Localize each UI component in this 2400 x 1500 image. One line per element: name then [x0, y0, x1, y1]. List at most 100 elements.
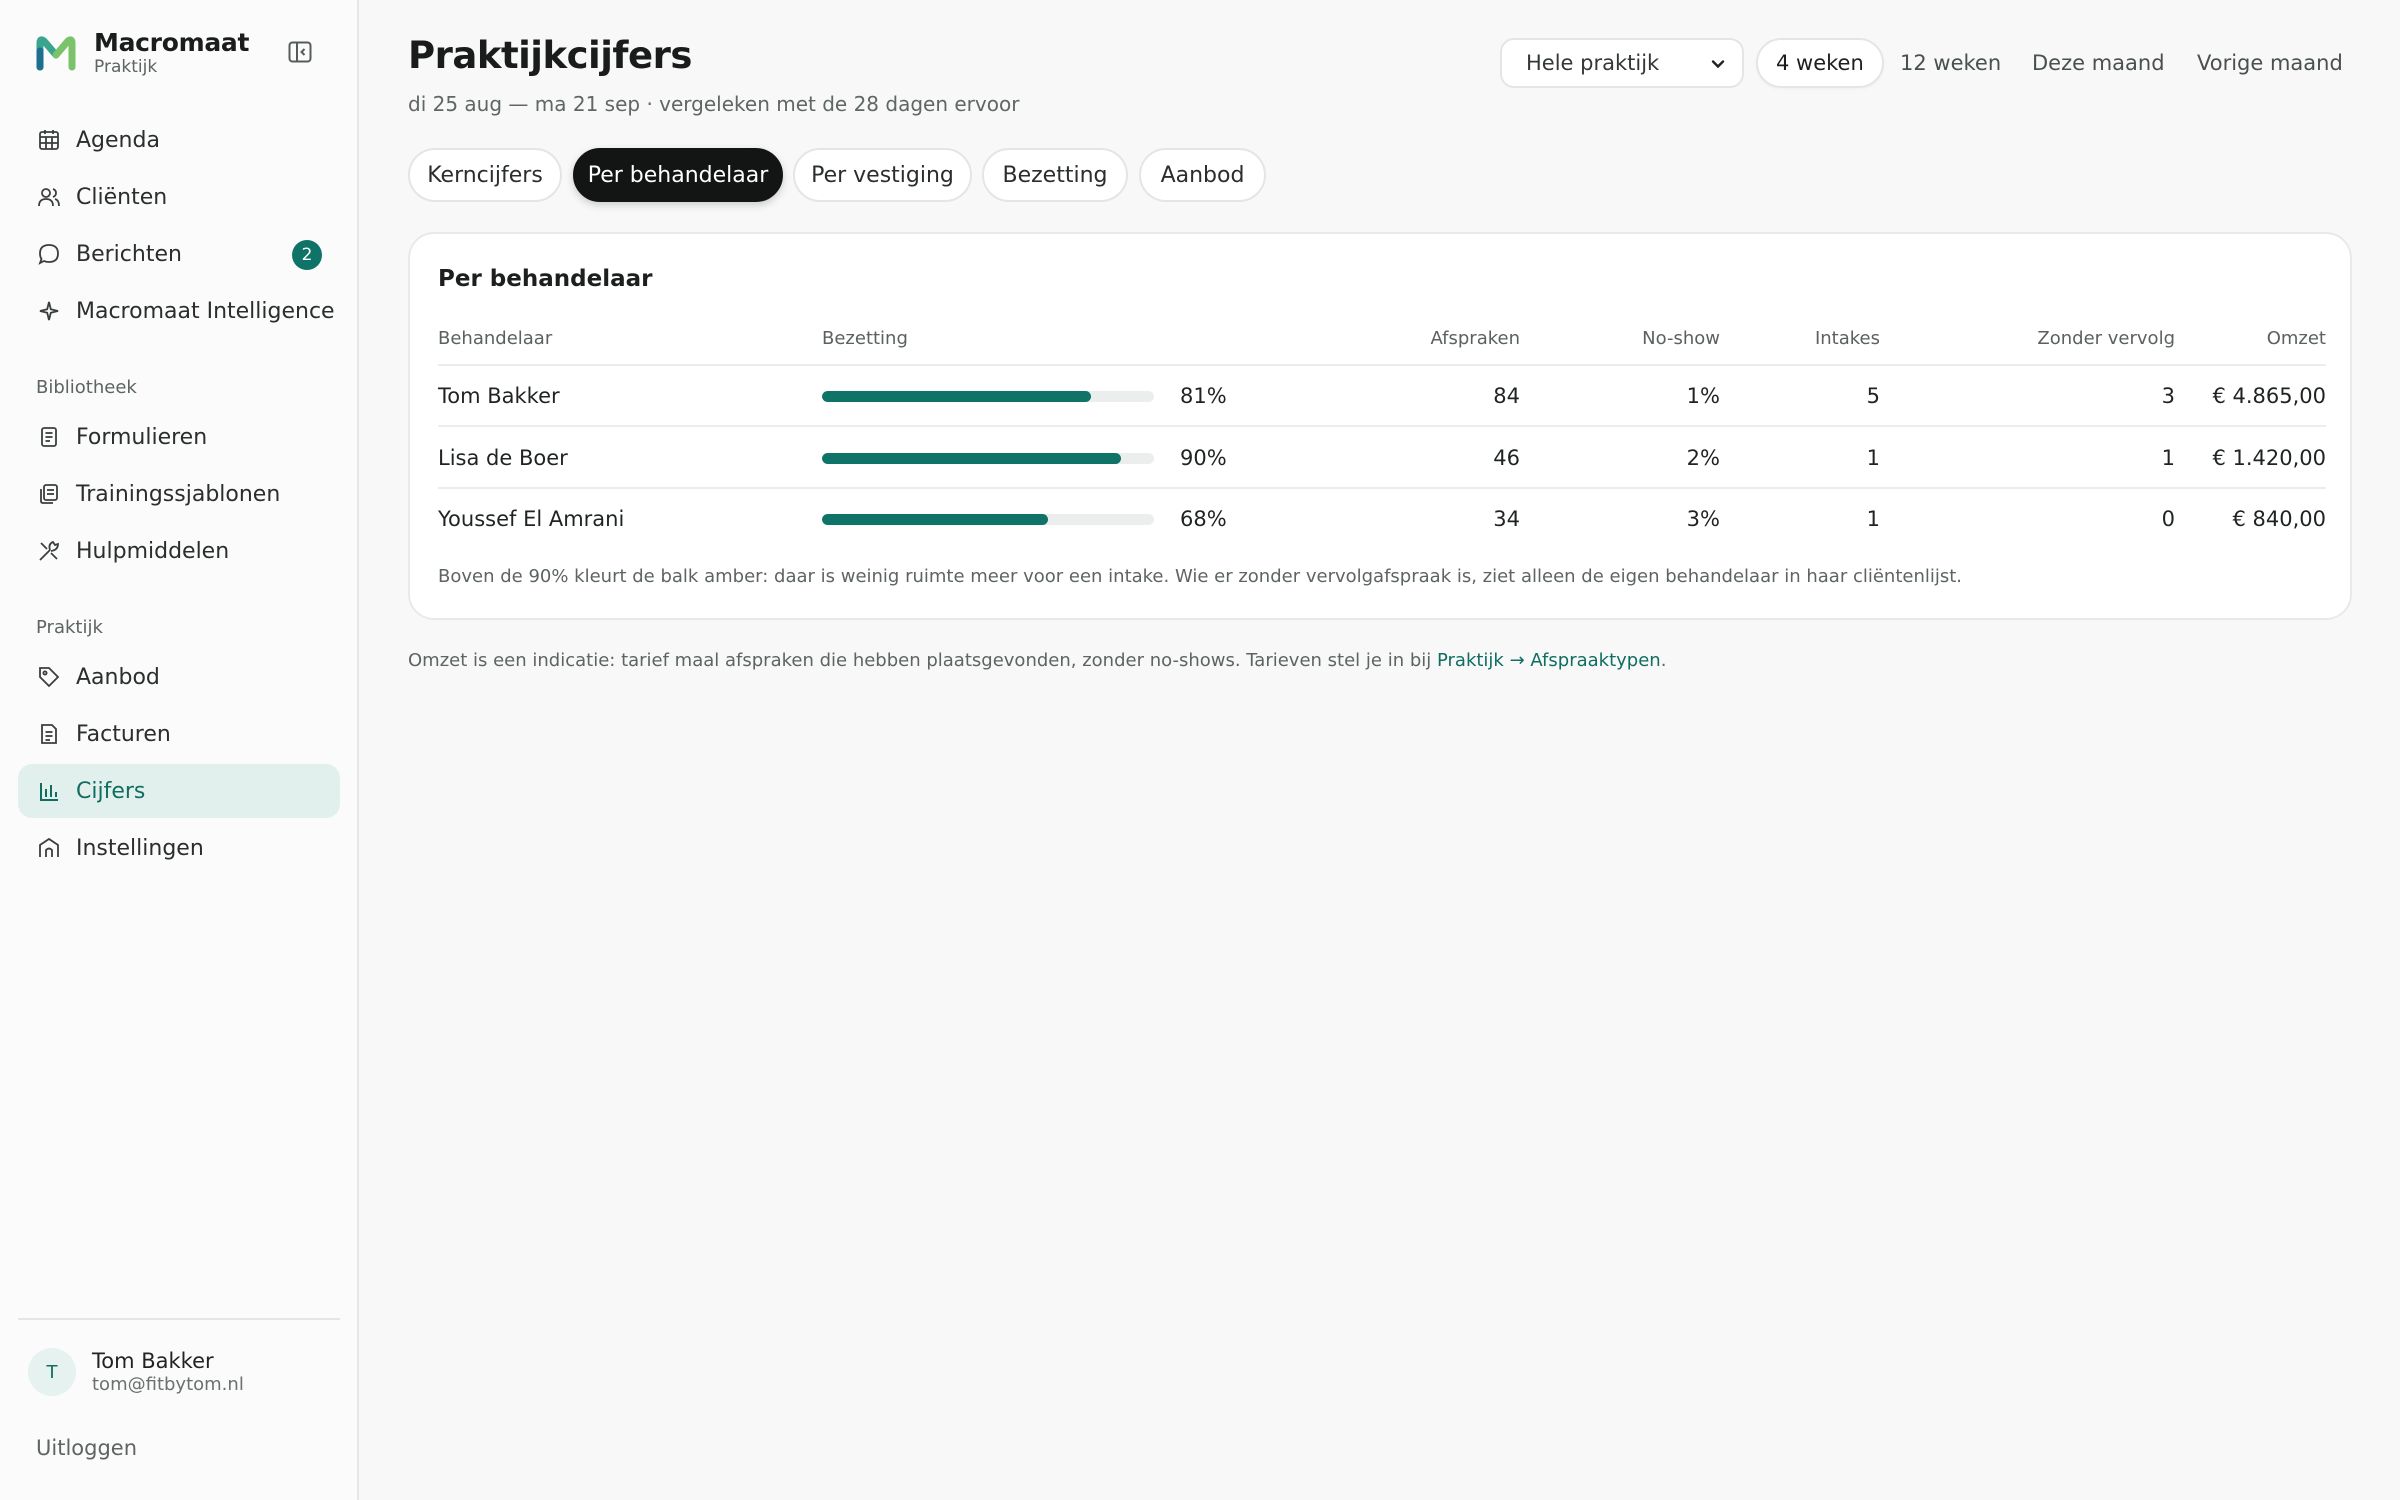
- chevron-down-icon: [1711, 60, 1725, 69]
- row-name[interactable]: Youssef El Amrani: [438, 507, 624, 531]
- afspraaktypen-link[interactable]: Praktijk → Afspraaktypen: [1437, 650, 1661, 671]
- period-4-weken[interactable]: 4 weken: [1756, 38, 1884, 88]
- footnote: Omzet is een indicatie: tarief maal afsp…: [408, 650, 1666, 671]
- occupancy-bar-fill: [822, 391, 1091, 402]
- intakes-value: 5: [1866, 384, 1880, 408]
- revenue-value: € 1.420,00: [2212, 446, 2326, 470]
- calendar-icon: [36, 127, 62, 153]
- tab-kerncijfers[interactable]: Kerncijfers: [408, 148, 562, 202]
- scope-select-value: Hele praktijk: [1526, 51, 1660, 75]
- appointments-value: 46: [1493, 446, 1520, 470]
- page-subtitle: di 25 aug — ma 21 sep · vergeleken met d…: [408, 92, 1020, 116]
- sidebar-item-label: Agenda: [76, 127, 160, 153]
- user-profile[interactable]: T Tom Bakker tom@fitbytom.nl: [28, 1348, 244, 1396]
- sidebar-item-label: Hulpmiddelen: [76, 538, 230, 564]
- scope-select[interactable]: Hele praktijk: [1500, 38, 1744, 88]
- section-label-bibliotheek: Bibliotheek: [36, 377, 137, 398]
- tag-icon: [36, 664, 62, 690]
- sidebar-item-hulpmiddelen[interactable]: Hulpmiddelen: [18, 524, 340, 578]
- column-header-behandelaar: Behandelaar: [438, 328, 553, 349]
- row-divider: [438, 425, 2326, 427]
- users-icon: [36, 184, 62, 210]
- card-title: Per behandelaar: [438, 266, 653, 292]
- sidebar-item-label: Trainingssjablonen: [76, 481, 281, 507]
- sidebar-divider: [18, 1318, 340, 1320]
- sidebar-item-label: Aanbod: [76, 664, 160, 690]
- occupancy-bar: [822, 391, 1154, 402]
- noshow-value: 3%: [1686, 507, 1720, 531]
- avatar: T: [28, 1348, 76, 1396]
- page-title: Praktijkcijfers: [408, 34, 692, 77]
- sidebar-item-label: Berichten: [76, 241, 182, 267]
- row-name[interactable]: Lisa de Boer: [438, 446, 568, 470]
- appointments-value: 34: [1493, 507, 1520, 531]
- sidebar-item-label: Cijfers: [76, 778, 146, 804]
- sidebar-item-trainingssjablonen[interactable]: Trainingssjablonen: [18, 467, 340, 521]
- user-email: tom@fitbytom.nl: [92, 1374, 244, 1395]
- tools-icon: [36, 538, 62, 564]
- tab-per-vestiging[interactable]: Per vestiging: [793, 148, 972, 202]
- sidebar-item-formulieren[interactable]: Formulieren: [18, 410, 340, 464]
- sidebar-item-label: Instellingen: [76, 835, 204, 861]
- brand-name: Macromaat: [94, 28, 250, 57]
- table-note: Boven de 90% kleurt de balk amber: daar …: [438, 566, 1963, 587]
- appointments-value: 84: [1493, 384, 1520, 408]
- message-icon: [36, 241, 62, 267]
- sidebar-item-label: Macromaat Intelligence: [76, 298, 335, 324]
- column-header-afspraken: Afspraken: [1430, 328, 1520, 349]
- building-icon: [36, 835, 62, 861]
- tab-aanbod[interactable]: Aanbod: [1139, 148, 1266, 202]
- noshow-value: 1%: [1686, 384, 1720, 408]
- revenue-value: € 4.865,00: [2212, 384, 2326, 408]
- invoice-icon: [36, 721, 62, 747]
- noshow-value: 2%: [1686, 446, 1720, 470]
- form-icon: [36, 424, 62, 450]
- sidebar-item-label: Facturen: [76, 721, 171, 747]
- sidebar-item-facturen[interactable]: Facturen: [18, 707, 340, 761]
- column-header-bezetting: Bezetting: [822, 328, 908, 349]
- tab-per-behandelaar[interactable]: Per behandelaar: [573, 148, 783, 202]
- sidebar-item-label: Formulieren: [76, 424, 208, 450]
- row-divider: [438, 487, 2326, 489]
- macromaat-logo: [36, 36, 76, 71]
- sidebar-collapse-icon: [288, 41, 312, 63]
- sidebar-item-label: Cliënten: [76, 184, 168, 210]
- sidebar: Macromaat Praktijk Agenda Cliënten Beric…: [0, 0, 359, 1500]
- user-name: Tom Bakker: [92, 1349, 214, 1373]
- table-header-divider: [438, 364, 2326, 366]
- occupancy-bar: [822, 514, 1154, 525]
- sidebar-item-cijfers[interactable]: Cijfers: [18, 764, 340, 818]
- bar-chart-icon: [36, 778, 62, 804]
- sidebar-item-instellingen[interactable]: Instellingen: [18, 821, 340, 875]
- occupancy-value: 68%: [1180, 507, 1227, 531]
- sidebar-item-clienten[interactable]: Cliënten: [18, 170, 340, 224]
- sidebar-item-agenda[interactable]: Agenda: [18, 113, 340, 167]
- sparkle-icon: [36, 298, 62, 324]
- period-12-weken[interactable]: 12 weken: [1900, 38, 2001, 88]
- period-vorige-maand[interactable]: Vorige maand: [2197, 38, 2343, 88]
- logout-link[interactable]: Uitloggen: [36, 1436, 137, 1460]
- tab-bezetting[interactable]: Bezetting: [982, 148, 1128, 202]
- occupancy-value: 81%: [1180, 384, 1227, 408]
- brand[interactable]: Macromaat Praktijk: [36, 26, 249, 80]
- sidebar-item-aanbod[interactable]: Aanbod: [18, 650, 340, 704]
- occupancy-bar: [822, 453, 1154, 464]
- footnote-end: .: [1660, 650, 1667, 671]
- column-header-no-show: No-show: [1642, 328, 1720, 349]
- row-name[interactable]: Tom Bakker: [438, 384, 560, 408]
- occupancy-bar-fill: [822, 514, 1048, 525]
- footnote-text: Omzet is een indicatie: tarief maal afsp…: [408, 650, 1437, 671]
- per-behandelaar-card: Per behandelaar Behandelaar Bezetting Af…: [408, 232, 2352, 620]
- sidebar-item-macromaat-intelligence[interactable]: Macromaat Intelligence: [18, 284, 340, 338]
- section-label-praktijk: Praktijk: [36, 617, 103, 638]
- intakes-value: 1: [1866, 446, 1880, 470]
- sidebar-item-berichten[interactable]: Berichten 2: [18, 227, 340, 281]
- column-header-intakes: Intakes: [1814, 328, 1880, 349]
- unread-count-badge: 2: [292, 240, 322, 270]
- period-deze-maand[interactable]: Deze maand: [2032, 38, 2165, 88]
- collapse-sidebar-button[interactable]: [284, 38, 316, 66]
- occupancy-bar-fill: [822, 453, 1121, 464]
- template-icon: [36, 481, 62, 507]
- intakes-value: 1: [1866, 507, 1880, 531]
- occupancy-value: 90%: [1180, 446, 1227, 470]
